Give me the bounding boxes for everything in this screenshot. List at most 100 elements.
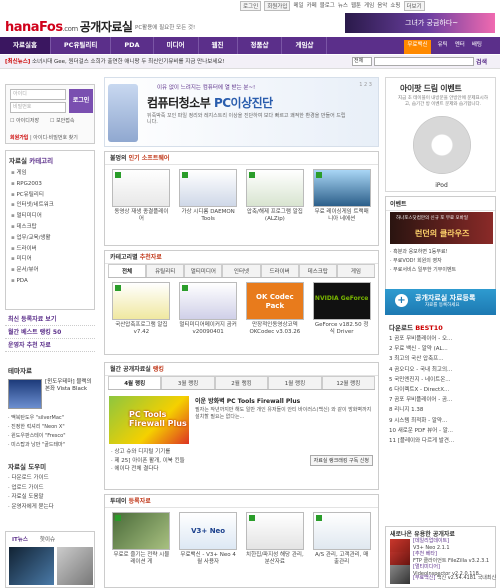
subscribe-button[interactable]: 자료실 랭크래킹 구독 신청 (309, 455, 373, 466)
theme-thumbnail[interactable] (8, 379, 42, 409)
hero-pager[interactable]: 1 2 3 (359, 82, 372, 88)
best-item[interactable]: 5 국민엔진지 - 네이트온... (389, 375, 496, 385)
best-item[interactable]: 9 시스템 최적화 - 알약... (389, 416, 496, 426)
best-item[interactable]: 3 최고의 국산 압축프... (389, 354, 496, 364)
best-item[interactable]: 2 무료 백신 - 알약 (AL... (389, 344, 496, 354)
nav-shop[interactable]: 정품샵 (238, 37, 283, 54)
theme-item[interactable]: · 진정한 럭셔리 "Neon X" (8, 423, 66, 432)
category-item[interactable]: 데스크탑 (11, 222, 94, 233)
theme-item[interactable]: · 미스탑과 낭만 "골드테마" (8, 441, 66, 450)
search-scope-select[interactable]: 전체 (352, 57, 372, 66)
nav-right-item[interactable]: 유틱 (438, 37, 448, 54)
help-item[interactable]: · 자료실 도움말 (5, 493, 95, 503)
password-field[interactable]: 비밀번호 (10, 102, 66, 113)
secure-login-checkbox[interactable]: ☐ 보안접속 (50, 117, 74, 124)
featured-image[interactable]: PC Tools Firewall Plus (109, 396, 189, 444)
login-button[interactable]: 로그인 (69, 89, 93, 113)
search-button[interactable]: 검색 (476, 57, 487, 66)
event-item[interactable]: · 흑분과 응모하면 1등무료! (390, 248, 456, 257)
top-link[interactable]: 뉴스 (338, 1, 348, 11)
latest-news-ticker[interactable]: [최신뉴스] 소녀시대 Gee, 원더걸스 소희가 출연한 애니팡 두 최신인기… (5, 57, 225, 65)
theme-caption[interactable]: [윈도우테마] 블랙의 본좌 Vista Black (45, 379, 93, 393)
software-card[interactable]: OK Codec Pack 만장적인동영상코덱 OKCodec v3.03.26 (245, 282, 304, 336)
tab-game[interactable]: 게임 (336, 264, 375, 277)
software-card[interactable]: 압축/해제 프로그램 알집(ALZip) (245, 169, 304, 223)
software-card[interactable]: 국산압축프로그램 알집 v7.42 (112, 282, 171, 336)
tab-multimedia[interactable]: 멀티미디어 (184, 264, 223, 277)
tab-it-news[interactable]: IT뉴스 (6, 532, 34, 546)
best-item[interactable]: 11 [플레이와 다르게 발견... (389, 436, 496, 446)
nav-pc-utility[interactable]: PC유틸리티 (51, 37, 112, 54)
tab-hot-issue[interactable]: 핫이슈 (34, 532, 61, 546)
ranking-item[interactable]: · 에이다 전체 결다다 (111, 465, 185, 474)
best-item[interactable]: 8 리니지 1.38 (389, 405, 496, 415)
top-link[interactable]: 블로그 (320, 1, 335, 11)
top-link[interactable]: 웹툰 (351, 1, 361, 11)
best-item[interactable]: 6 다이렉트X - DirectX... (389, 385, 496, 395)
nav-free-vaccine[interactable]: 무료백신 (404, 40, 431, 54)
category-item[interactable]: PDA (11, 276, 94, 287)
category-item[interactable]: 문서/뷰어 (11, 265, 94, 276)
nav-right-item[interactable]: 엔터 (455, 37, 465, 54)
tab-driver[interactable]: 드라이버 (260, 264, 299, 277)
ranking-item[interactable]: · 상고 슈와 디지털 기기를 (111, 448, 185, 457)
software-card[interactable]: 치한집/파지성 해당 관리, 분산자료 (245, 512, 304, 566)
hero-banner[interactable]: 이유 없이 느려지는 컴퓨터에 열 받는 분~! 컴퓨터청소부 PC이상진단 뒤… (104, 77, 379, 147)
top-link[interactable]: 게임 (364, 1, 374, 11)
category-item[interactable]: 멀티미디어 (11, 211, 94, 222)
help-item[interactable]: · 업로드 가이드 (5, 484, 95, 494)
top-link[interactable]: 카페 (307, 1, 317, 11)
help-item[interactable]: · 다운로드 가이드 (5, 474, 95, 484)
software-card[interactable]: 무료 레이싱게임 트랙매니아 네에션 (312, 169, 371, 223)
ranking-item[interactable]: · 제 25] 아이폰 활개, 이북 킨들 (111, 457, 185, 466)
theme-item[interactable]: · 윈도우판스테이 "Fresco" (8, 432, 66, 441)
tab-january[interactable]: 1월 랭킹 (268, 376, 322, 389)
event-item[interactable]: · 무료VOD! 회원의 영자 (390, 257, 456, 266)
id-field[interactable]: 아이디 (10, 89, 66, 100)
top-link[interactable]: 메일 (293, 1, 303, 11)
news-thumbnail[interactable] (9, 547, 54, 585)
best-item[interactable]: 10 새로운 PDF 뷰어 - 알... (389, 426, 496, 436)
register-file-button[interactable]: + 공개자료실 자료등록 자료를 등록하세요 (385, 289, 496, 315)
site-logo[interactable]: hanaFos.com 공개자료실 (5, 18, 133, 35)
category-item[interactable]: 미디어 (11, 254, 94, 265)
tab-february[interactable]: 2월 랭킹 (214, 376, 269, 389)
tab-internet[interactable]: 인터넷 (222, 264, 261, 277)
software-card[interactable]: A/S 관리, 고객관리, 매출관리 (312, 512, 371, 566)
nav-pda[interactable]: PDA (111, 37, 154, 54)
nav-right-item[interactable]: 배팅 (472, 37, 482, 54)
latest-uploads-link[interactable]: 최신 등록자료 보기 (5, 313, 95, 326)
featured-title[interactable]: 이운 방화벽 PC Tools Firewall Plus (195, 396, 300, 405)
nav-media[interactable]: 미디어 (154, 37, 199, 54)
tab-all[interactable]: 전체 (108, 264, 147, 277)
software-card[interactable]: V3+ Neo 무료백신 - V3+ Neo 4월 사용자 (179, 512, 238, 566)
top-ad-banner[interactable]: 그녀가 궁금하다~ (345, 13, 495, 33)
event-banner[interactable]: 하나포스닷컴만의 신규 포 무료 모바일 런던의 클라우즈 (390, 212, 493, 244)
tab-december[interactable]: 12월 랭킹 (321, 376, 376, 389)
category-item[interactable]: 업무/교육/생활 (11, 233, 94, 244)
software-card[interactable]: 동영상 재생 종결플레이어 (112, 169, 171, 223)
nav-game-shop[interactable]: 게임샵 (282, 37, 328, 54)
more-link[interactable]: 더보기 (403, 1, 425, 11)
best-item[interactable]: 4 곰오디오 - 국내 최고의... (389, 365, 496, 375)
nav-home[interactable]: 자료실홈 (0, 37, 51, 54)
news-thumbnail[interactable] (57, 547, 93, 585)
login-link[interactable]: 로그인 (240, 1, 262, 11)
find-account-link[interactable]: 아이디·비밀번호 찾기 (33, 135, 78, 141)
save-id-checkbox[interactable]: ☐ 아이디저장 (10, 117, 39, 124)
software-card[interactable]: 무료로 즐기는 전략 시뮬레이션 게 (112, 512, 171, 566)
best-item[interactable]: 7 곰포 무비플레이어 - 곰... (389, 395, 496, 405)
tab-utility[interactable]: 유틸리티 (146, 264, 185, 277)
category-item[interactable]: 게임 (11, 168, 94, 179)
category-item[interactable]: 인터넷/네트워크 (11, 200, 94, 211)
tab-april[interactable]: 4월 랭킹 (108, 376, 162, 389)
search-input[interactable] (374, 57, 474, 66)
admin-picks-link[interactable]: 운영자 추천 자료 (5, 339, 95, 352)
software-card[interactable]: 가상 시디롬 DAEMON Tools (179, 169, 238, 223)
join-link[interactable]: 회원가입 (10, 135, 28, 141)
event-item[interactable]: · 무료서비스 일부한 기부이벤트 (390, 266, 456, 275)
tab-march[interactable]: 3월 랭킹 (161, 376, 215, 389)
top-link[interactable]: 쇼핑 (390, 1, 400, 11)
nav-webzine[interactable]: 웹진 (199, 37, 238, 54)
category-item[interactable]: RPG2003 (11, 179, 94, 190)
